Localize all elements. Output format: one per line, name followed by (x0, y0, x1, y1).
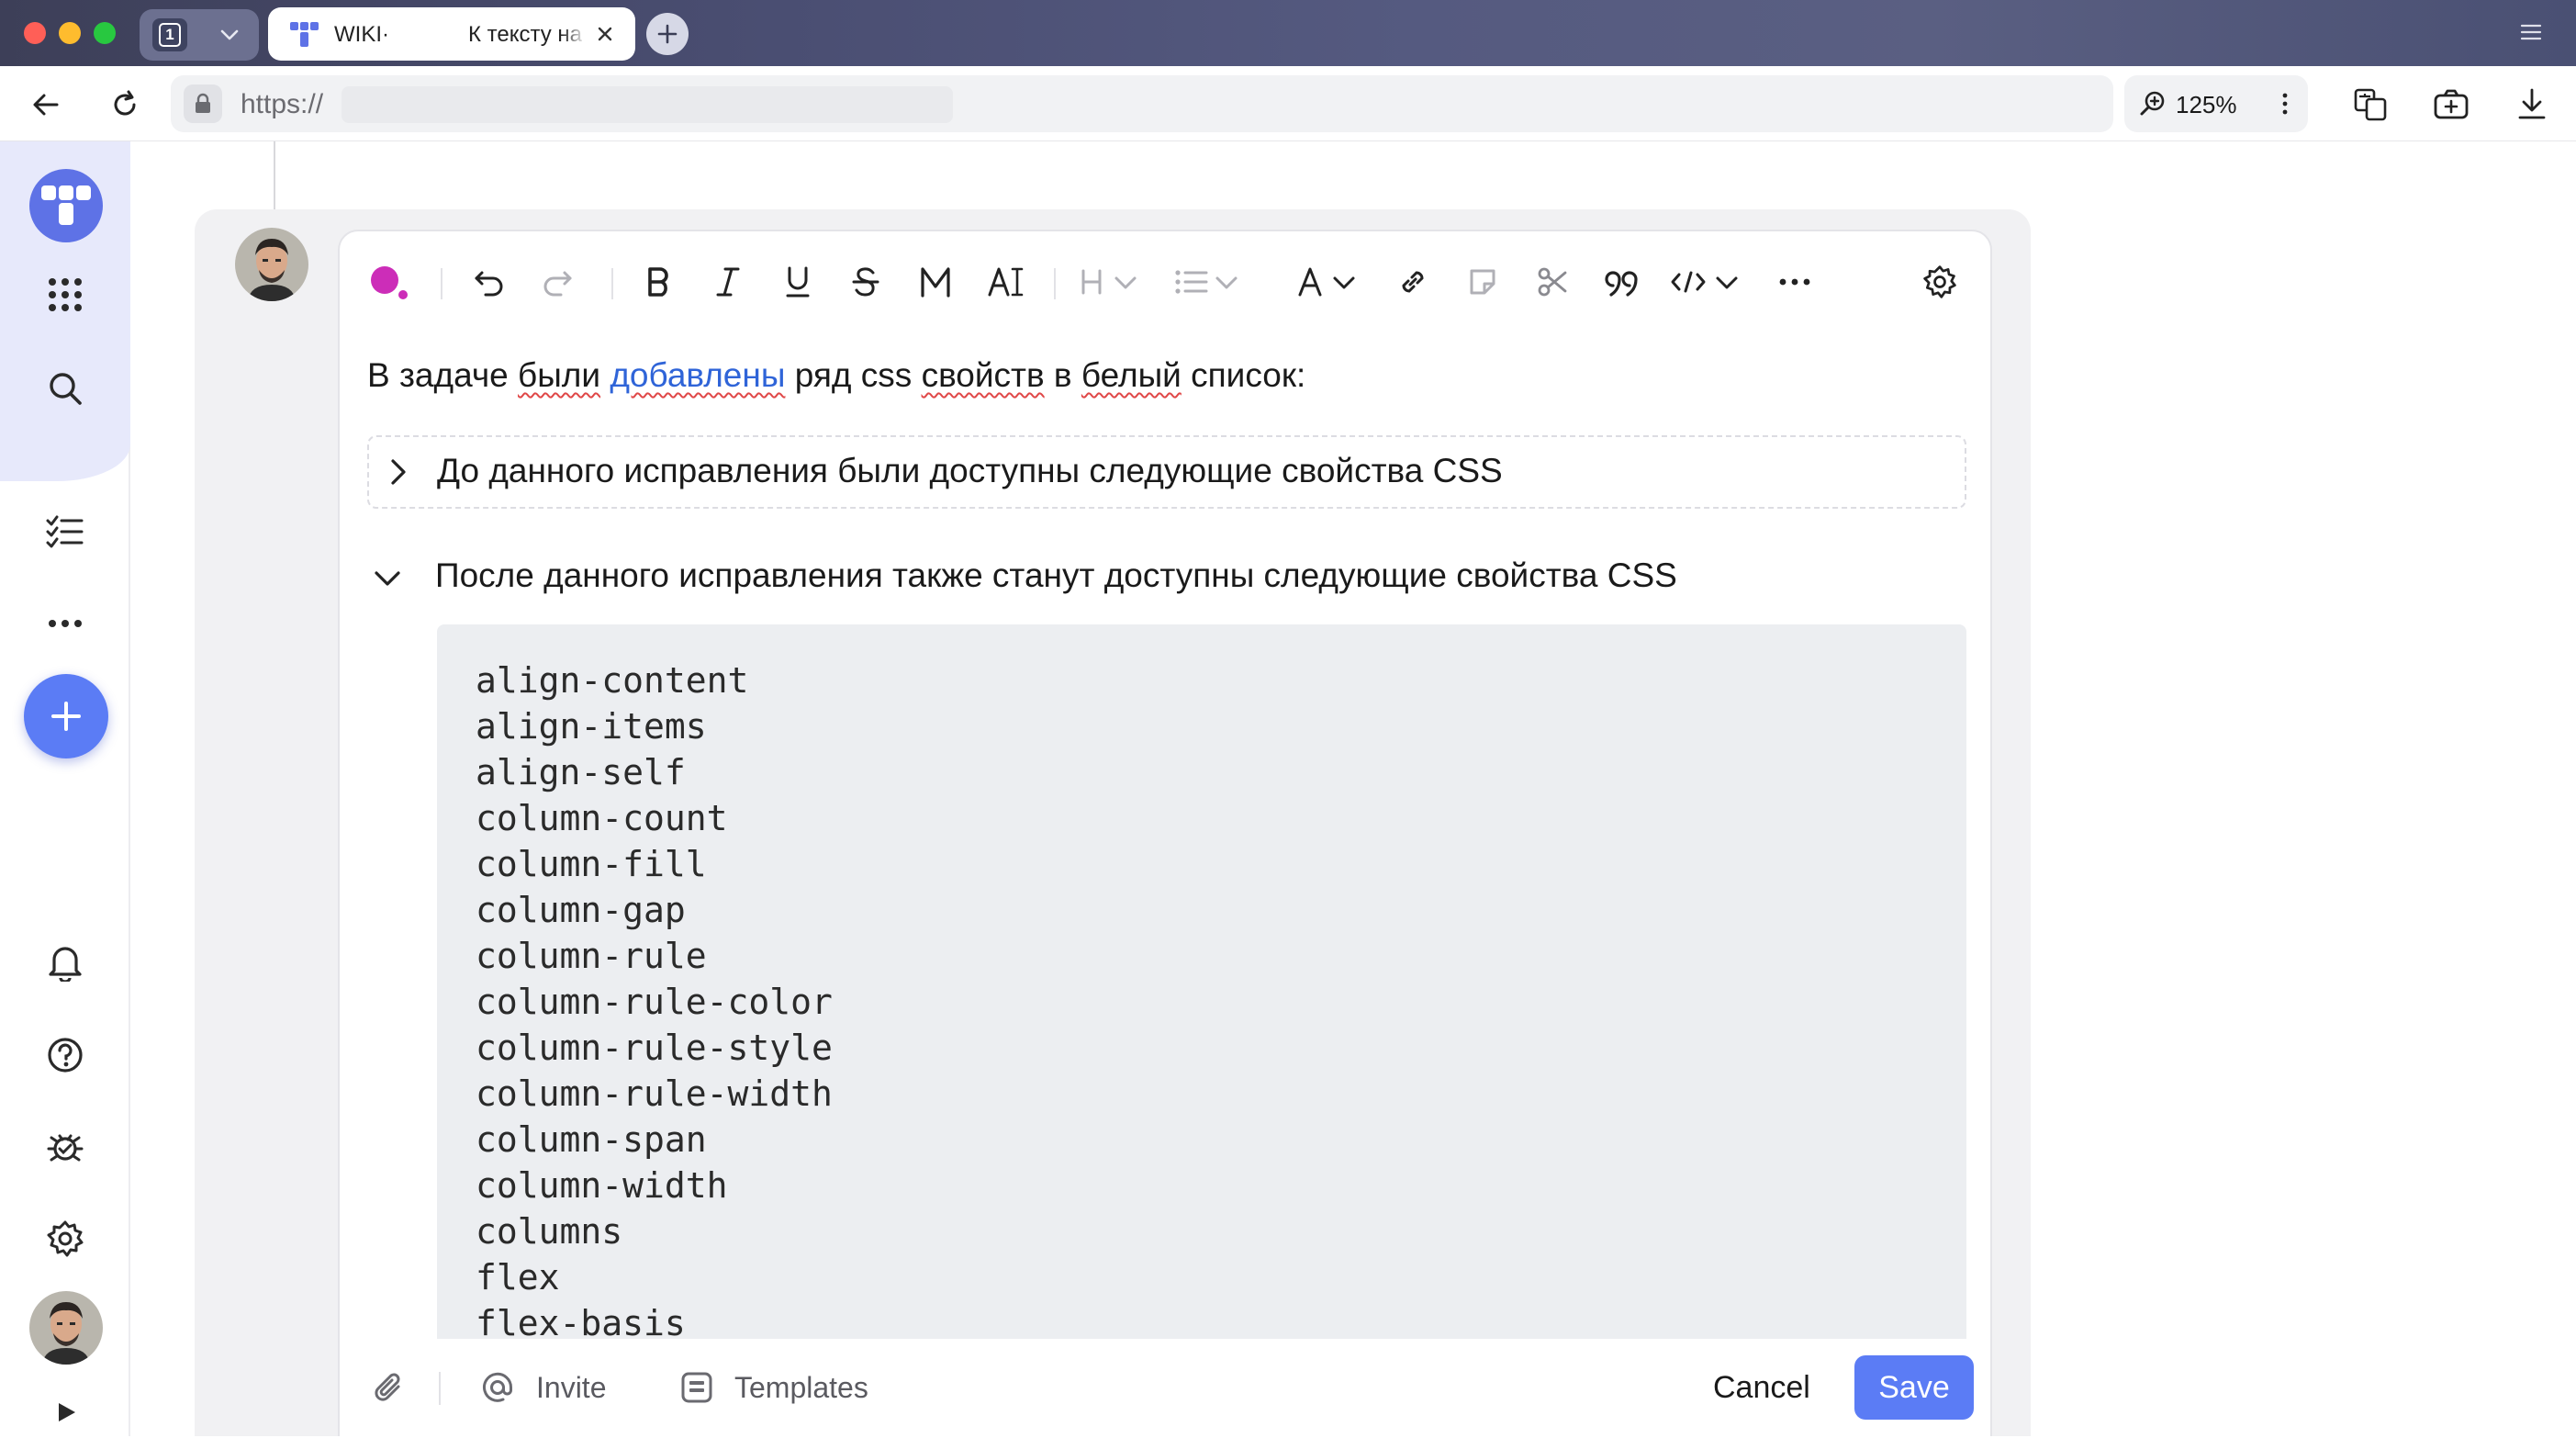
minimize-window-button[interactable] (59, 22, 81, 44)
tracker-logo-button[interactable] (29, 169, 103, 242)
code-block[interactable]: align-content align-items align-self col… (437, 624, 1966, 1339)
bell-icon[interactable] (42, 938, 88, 984)
paragraph-text: были (518, 356, 601, 394)
code-content: align-content align-items align-self col… (476, 660, 833, 1339)
paragraph-text: В задаче (367, 356, 518, 394)
back-arrow-icon[interactable] (28, 86, 64, 123)
user-avatar[interactable] (29, 1291, 103, 1365)
paperclip-icon (375, 1373, 400, 1401)
quote-icon[interactable] (1599, 259, 1645, 305)
invite-label: Invite (536, 1370, 607, 1404)
browser-tab-active[interactable]: WIKI· К тексту на (268, 7, 635, 61)
settings-gear-icon[interactable] (42, 1216, 88, 1262)
author-avatar (235, 228, 308, 301)
editor-footer: Invite Templates Cancel Save (340, 1339, 1990, 1438)
redo-icon[interactable] (534, 259, 580, 305)
tab-title-prefix: WIKI· (334, 22, 389, 47)
list-dropdown[interactable] (1171, 259, 1245, 305)
cancel-button[interactable]: Cancel (1697, 1357, 1827, 1418)
text-color-swatch (371, 266, 398, 294)
scissors-cut-icon[interactable] (1529, 259, 1575, 305)
paragraph-text: в (1044, 356, 1081, 394)
toolbar-divider (611, 268, 613, 299)
templates-button[interactable]: Templates (679, 1365, 868, 1410)
text-color-dropdown[interactable] (1294, 259, 1368, 305)
cut-title: До данного исправления были доступны сле… (437, 452, 1503, 489)
template-icon (681, 1372, 712, 1403)
tracker-logo-icon (41, 185, 91, 225)
heading-dropdown[interactable] (1074, 259, 1148, 305)
lock-icon[interactable] (184, 84, 222, 123)
invite-button[interactable]: Invite (479, 1365, 606, 1410)
strikethrough-icon[interactable] (843, 259, 889, 305)
tab-group-button[interactable]: 1 (140, 9, 259, 61)
translate-icon[interactable] (2350, 84, 2391, 125)
plus-icon (51, 702, 81, 731)
paragraph-link[interactable]: добавлены (610, 356, 785, 394)
text-color-indicator (398, 290, 408, 299)
underline-icon[interactable] (775, 259, 821, 305)
cut-title: После данного исправления также станут д… (435, 556, 1677, 594)
paragraph-text: белый (1081, 356, 1182, 394)
app-sidebar (0, 141, 130, 1436)
toolbar-divider (441, 268, 442, 299)
close-tab-icon[interactable] (593, 22, 617, 46)
task-list-icon[interactable] (42, 509, 88, 555)
toolbar-divider (1054, 268, 1056, 299)
zoom-in-icon (2140, 91, 2165, 116)
url-redacted (342, 86, 953, 123)
maximize-window-button[interactable] (94, 22, 116, 44)
tab-group-count: 1 (152, 18, 187, 51)
bold-icon[interactable] (635, 259, 681, 305)
more-horizontal-icon[interactable] (42, 601, 88, 646)
help-icon[interactable] (42, 1032, 88, 1078)
editor-settings-gear-icon[interactable] (1917, 259, 1963, 305)
code-dropdown[interactable] (1667, 259, 1750, 305)
url-text: https:// (241, 89, 324, 119)
chevron-down-icon[interactable] (369, 560, 406, 597)
zoom-indicator[interactable]: 125% (2124, 75, 2308, 132)
download-icon[interactable] (2512, 84, 2552, 125)
text-size-icon[interactable] (982, 259, 1028, 305)
plus-icon (657, 24, 678, 44)
search-icon[interactable] (42, 365, 88, 411)
undo-icon[interactable] (466, 259, 512, 305)
address-bar[interactable]: https:// (171, 75, 2244, 132)
editor-paragraph[interactable]: В задаче были добавлены ряд css свойств … (367, 356, 1305, 395)
reload-icon[interactable] (106, 86, 143, 123)
browser-toolbar: https:// 125% (0, 66, 2576, 141)
expand-sidebar-icon[interactable] (53, 1399, 79, 1425)
services-grid-icon[interactable] (42, 272, 88, 318)
create-task-button[interactable] (24, 674, 108, 758)
cut-block-expanded[interactable]: После данного исправления также станут д… (367, 551, 1966, 615)
footer-divider (439, 1372, 441, 1405)
comment-editor: В задаче были добавлены ряд css свойств … (338, 230, 1992, 1438)
note-icon[interactable] (1460, 259, 1506, 305)
paragraph-text: список: (1181, 356, 1306, 394)
save-button[interactable]: Save (1854, 1355, 1974, 1420)
browser-menu-icon[interactable] (2519, 20, 2543, 44)
tracker-logo-icon (290, 22, 319, 47)
chevron-right-icon[interactable] (380, 454, 417, 490)
screenshot-icon[interactable] (2431, 84, 2471, 125)
tab-title: К тексту на (468, 22, 583, 47)
more-vertical-icon[interactable] (2271, 90, 2299, 118)
italic-icon[interactable] (705, 259, 751, 305)
attach-file-button[interactable] (371, 1365, 408, 1410)
more-horizontal-icon[interactable] (1772, 259, 1818, 305)
bug-icon[interactable] (42, 1124, 88, 1170)
at-sign-icon (483, 1372, 513, 1402)
chevron-down-icon (220, 29, 239, 40)
zoom-level: 125% (2176, 91, 2237, 118)
cut-block-collapsed[interactable]: До данного исправления были доступны сле… (367, 435, 1966, 509)
close-window-button[interactable] (24, 22, 46, 44)
browser-titlebar: 1 WIKI· К тексту на (0, 0, 2576, 66)
monospace-icon[interactable] (913, 259, 958, 305)
editor-toolbar (340, 231, 1990, 332)
templates-label: Templates (734, 1370, 868, 1404)
paragraph-text: свойств (921, 356, 1045, 394)
new-tab-button[interactable] (646, 13, 689, 55)
paragraph-text: ряд css (785, 356, 922, 394)
link-icon[interactable] (1390, 259, 1436, 305)
